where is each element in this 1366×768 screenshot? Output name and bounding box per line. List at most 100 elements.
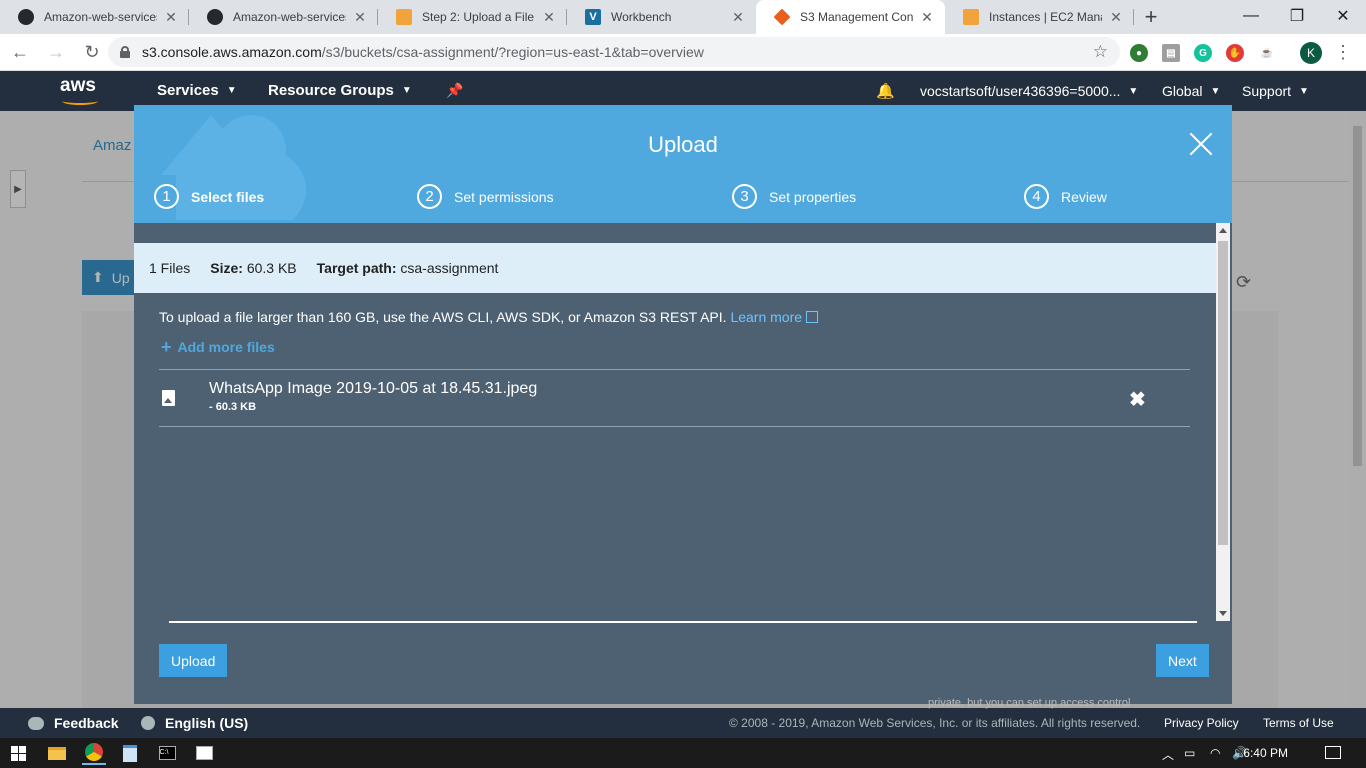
modal-scroll-thumb[interactable] bbox=[1218, 241, 1228, 545]
partial-background-text: private, but you can set up access contr… bbox=[928, 697, 1131, 709]
file-list-item: WhatsApp Image 2019-10-05 at 18.45.31.jp… bbox=[159, 369, 1190, 427]
notepad-icon[interactable] bbox=[118, 741, 142, 765]
s3-icon bbox=[773, 8, 791, 26]
reload-icon[interactable]: ↻ bbox=[76, 36, 108, 68]
modal-divider bbox=[169, 621, 1197, 623]
minimize-icon[interactable]: — bbox=[1228, 0, 1274, 32]
file-size: - 60.3 KB bbox=[209, 401, 257, 413]
browser-tab-step2[interactable]: Step 2: Upload a File to ✕ bbox=[378, 0, 567, 34]
services-menu[interactable]: Services ▼ bbox=[157, 82, 237, 99]
browser-tab-ec2[interactable]: Instances | EC2 Manage ✕ bbox=[945, 0, 1134, 34]
workbench-v-icon: V bbox=[585, 9, 601, 25]
action-center-icon[interactable] bbox=[1325, 746, 1341, 759]
step-number: 2 bbox=[417, 184, 442, 209]
info-text: To upload a file larger than 160 GB, use… bbox=[159, 309, 727, 325]
browser-tab-workbench[interactable]: V Workbench ✕ bbox=[567, 0, 756, 34]
bell-icon[interactable]: 🔔 bbox=[876, 82, 895, 100]
region-menu[interactable]: Global ▼ bbox=[1162, 83, 1220, 99]
step-set-permissions[interactable]: 2 Set permissions bbox=[417, 184, 554, 209]
scroll-down-icon[interactable] bbox=[1219, 611, 1227, 616]
modal-title: Upload bbox=[648, 132, 718, 157]
upload-summary-bar: 1 Files Size: 60.3 KB Target path: csa-a… bbox=[134, 243, 1216, 293]
upload-button[interactable]: Upload bbox=[159, 644, 228, 677]
next-button[interactable]: Next bbox=[1156, 644, 1209, 677]
browser-tab-github-1[interactable]: Amazon-web-services/i ✕ bbox=[0, 0, 189, 34]
url-path: /s3/buckets/csa-assignment/?region=us-ea… bbox=[321, 44, 704, 60]
tab-title: Amazon-web-services/i bbox=[44, 10, 157, 24]
tab-close-icon[interactable]: ✕ bbox=[352, 9, 368, 26]
browser-tab-s3[interactable]: S3 Management Conso ✕ bbox=[756, 0, 945, 34]
modal-close-icon[interactable] bbox=[1188, 131, 1214, 157]
resource-groups-label: Resource Groups bbox=[268, 82, 394, 99]
aws-box-icon bbox=[963, 9, 979, 25]
window-close-icon[interactable]: ✕ bbox=[1320, 0, 1366, 32]
pin-icon[interactable]: 📌 bbox=[446, 82, 463, 99]
tab-title: Amazon-web-services/c bbox=[233, 10, 346, 24]
image-file-icon bbox=[162, 390, 175, 406]
add-more-files-link[interactable]: + Add more files bbox=[161, 337, 275, 358]
tray-chevron-icon[interactable]: ︿ bbox=[1162, 746, 1174, 763]
windows-taskbar: C:\ ︿ ▭ ◠ 🔊 6:40 PM bbox=[0, 738, 1366, 768]
url-host: s3.console.aws.amazon.com bbox=[142, 44, 322, 60]
extension-globe-icon[interactable]: ● bbox=[1130, 44, 1148, 62]
support-label: Support bbox=[1242, 83, 1292, 99]
aws-logo-text: aws bbox=[60, 75, 96, 96]
bookmark-star-icon[interactable]: ☆ bbox=[1093, 42, 1108, 62]
file-explorer-icon[interactable] bbox=[45, 741, 69, 765]
support-menu[interactable]: Support ▼ bbox=[1242, 83, 1309, 99]
cmd-icon[interactable]: C:\ bbox=[155, 741, 179, 765]
tab-title: Workbench bbox=[611, 10, 672, 24]
language-selector[interactable]: English (US) bbox=[141, 715, 248, 731]
remove-file-icon[interactable]: ✖ bbox=[1129, 387, 1146, 412]
tab-close-icon[interactable]: ✕ bbox=[730, 9, 746, 26]
photos-icon[interactable] bbox=[192, 741, 216, 765]
aws-logo[interactable]: aws bbox=[60, 75, 102, 105]
adblock-icon[interactable]: ✋ bbox=[1226, 44, 1244, 62]
taskbar-clock[interactable]: 6:40 PM bbox=[1243, 746, 1288, 760]
browser-menu-icon[interactable]: ⋮ bbox=[1334, 42, 1352, 62]
forward-arrow-icon[interactable]: → bbox=[40, 36, 72, 68]
step-label: Review bbox=[1061, 188, 1107, 205]
scroll-up-icon[interactable] bbox=[1219, 228, 1227, 233]
chrome-icon[interactable] bbox=[82, 741, 106, 765]
browser-tab-github-2[interactable]: Amazon-web-services/c ✕ bbox=[189, 0, 378, 34]
wifi-icon[interactable]: ◠ bbox=[1210, 746, 1220, 760]
upload-modal-header: Upload 1 Select files 2 Set permissions … bbox=[134, 105, 1232, 223]
region-label: Global bbox=[1162, 83, 1203, 99]
feedback-bubble-icon bbox=[28, 717, 44, 730]
terms-of-use-link[interactable]: Terms of Use bbox=[1263, 716, 1334, 730]
upload-modal: Upload 1 Select files 2 Set permissions … bbox=[134, 105, 1232, 704]
step-number: 3 bbox=[732, 184, 757, 209]
services-label: Services bbox=[157, 82, 219, 99]
restore-icon[interactable]: ❐ bbox=[1274, 0, 1320, 32]
learn-more-link[interactable]: Learn more bbox=[730, 309, 819, 325]
copyright-text: © 2008 - 2019, Amazon Web Services, Inc.… bbox=[729, 716, 1141, 730]
account-menu[interactable]: vocstartsoft/user436396=5000... ▼ bbox=[920, 83, 1138, 99]
step-review[interactable]: 4 Review bbox=[1024, 184, 1107, 209]
tab-close-icon[interactable]: ✕ bbox=[163, 9, 179, 26]
grammarly-icon[interactable]: G bbox=[1194, 44, 1212, 62]
back-arrow-icon[interactable]: ← bbox=[4, 36, 36, 68]
resource-groups-menu[interactable]: Resource Groups ▼ bbox=[268, 82, 412, 99]
profile-avatar[interactable]: K bbox=[1300, 42, 1322, 64]
tab-close-icon[interactable]: ✕ bbox=[541, 9, 557, 26]
tab-close-icon[interactable]: ✕ bbox=[1108, 9, 1124, 26]
new-tab-button[interactable]: + bbox=[1134, 0, 1168, 34]
address-bar[interactable]: s3.console.aws.amazon.com/s3/buckets/csa… bbox=[108, 37, 1120, 67]
step-number: 1 bbox=[154, 184, 179, 209]
windows-start-icon[interactable] bbox=[11, 746, 27, 761]
privacy-policy-link[interactable]: Privacy Policy bbox=[1164, 716, 1239, 730]
aws-footer: Feedback English (US) private, but you c… bbox=[0, 697, 1366, 738]
battery-icon[interactable]: ▭ bbox=[1184, 746, 1195, 760]
step-set-properties[interactable]: 3 Set properties bbox=[732, 184, 856, 209]
chevron-down-icon: ▼ bbox=[401, 85, 412, 96]
modal-scrollbar[interactable] bbox=[1216, 223, 1230, 621]
feedback-link[interactable]: Feedback bbox=[28, 715, 119, 731]
java-icon[interactable]: ☕ bbox=[1258, 44, 1276, 62]
chevron-down-icon: ▼ bbox=[1128, 86, 1139, 97]
tab-title: Step 2: Upload a File to bbox=[422, 10, 535, 24]
step-select-files[interactable]: 1 Select files bbox=[154, 184, 264, 209]
extension-doc-icon[interactable]: ▤ bbox=[1162, 44, 1180, 62]
add-more-label: Add more files bbox=[177, 339, 275, 355]
tab-close-icon[interactable]: ✕ bbox=[919, 9, 935, 26]
